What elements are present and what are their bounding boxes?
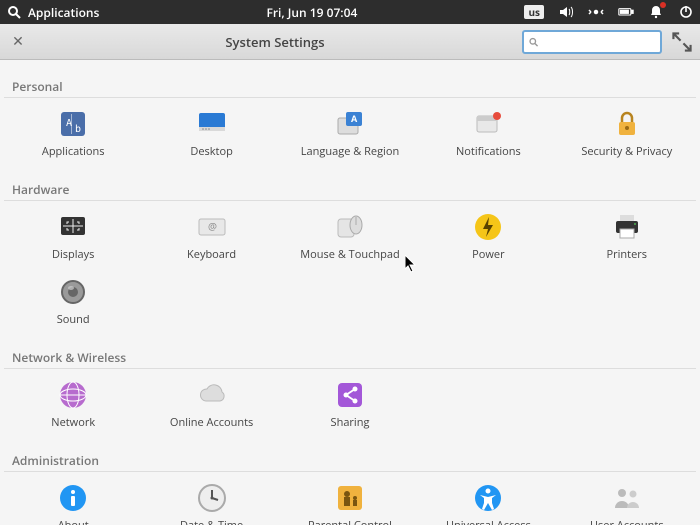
- item-label: Security & Privacy: [581, 144, 672, 159]
- volume-icon[interactable]: [558, 4, 574, 20]
- language-icon: A: [334, 108, 366, 140]
- item-label: Sound: [57, 312, 90, 327]
- item-label: Online Accounts: [170, 415, 253, 430]
- clock[interactable]: Fri, Jun 19 07:04: [99, 4, 524, 21]
- search-input[interactable]: [539, 35, 656, 49]
- section-admin: About Date & Time Parental Control Unive…: [4, 478, 696, 525]
- mouse-icon: [334, 211, 366, 243]
- keyboard-icon: @: [196, 211, 228, 243]
- item-mouse-touchpad[interactable]: Mouse & Touchpad: [281, 207, 419, 266]
- item-label: Desktop: [190, 144, 232, 159]
- network-icon: [57, 379, 89, 411]
- item-language-region[interactable]: A Language & Region: [281, 104, 419, 163]
- search-icon: [528, 36, 539, 48]
- section-personal-title: Personal: [4, 72, 696, 98]
- item-universal-access[interactable]: Universal Access: [419, 478, 557, 525]
- notifications-icon: [472, 108, 504, 140]
- section-personal: Ab Applications Desktop A Language & Reg…: [4, 104, 696, 163]
- item-label: Displays: [52, 247, 94, 262]
- power-icon: [472, 211, 504, 243]
- item-label: About: [58, 518, 89, 525]
- power-icon[interactable]: [678, 4, 694, 20]
- item-sound[interactable]: Sound: [4, 272, 142, 331]
- section-network-title: Network & Wireless: [4, 343, 696, 369]
- item-parental-control[interactable]: Parental Control: [281, 478, 419, 525]
- item-displays[interactable]: Displays: [4, 207, 142, 266]
- item-date-time[interactable]: Date & Time: [142, 478, 280, 525]
- svg-text:@: @: [208, 219, 217, 233]
- info-icon: [57, 482, 89, 514]
- accessibility-icon: [472, 482, 504, 514]
- users-icon: [611, 482, 643, 514]
- item-label: Printers: [607, 247, 647, 262]
- window-title: System Settings: [38, 33, 512, 51]
- svg-text:A: A: [351, 112, 358, 125]
- search-field[interactable]: [522, 30, 662, 54]
- item-applications[interactable]: Ab Applications: [4, 104, 142, 163]
- section-network: Network Online Accounts Sharing: [4, 375, 696, 434]
- item-label: Mouse & Touchpad: [300, 247, 399, 262]
- item-notifications[interactable]: Notifications: [419, 104, 557, 163]
- displays-icon: [57, 211, 89, 243]
- section-hardware-title: Hardware: [4, 175, 696, 201]
- desktop-icon: [196, 108, 228, 140]
- item-label: Sharing: [331, 415, 370, 430]
- sound-icon: [57, 276, 89, 308]
- search-icon[interactable]: [6, 4, 22, 20]
- clock-icon: [196, 482, 228, 514]
- applications-menu[interactable]: Applications: [28, 4, 99, 21]
- item-sharing[interactable]: Sharing: [281, 375, 419, 434]
- item-label: Notifications: [456, 144, 521, 159]
- printer-icon: [611, 211, 643, 243]
- item-user-accounts[interactable]: User Accounts: [558, 478, 696, 525]
- network-icon[interactable]: [588, 4, 604, 20]
- item-power[interactable]: Power: [419, 207, 557, 266]
- item-network[interactable]: Network: [4, 375, 142, 434]
- window-header: ✕ System Settings: [0, 24, 700, 60]
- maximize-button[interactable]: [672, 32, 692, 52]
- item-keyboard[interactable]: @ Keyboard: [142, 207, 280, 266]
- item-online-accounts[interactable]: Online Accounts: [142, 375, 280, 434]
- keyboard-layout-indicator[interactable]: us: [524, 5, 544, 19]
- item-about[interactable]: About: [4, 478, 142, 525]
- item-label: Universal Access: [446, 518, 531, 525]
- item-label: Applications: [42, 144, 105, 159]
- applications-icon: Ab: [57, 108, 89, 140]
- item-label: Network: [51, 415, 95, 430]
- item-label: Language & Region: [301, 144, 399, 159]
- settings-content: Personal Ab Applications Desktop A Langu…: [0, 60, 700, 525]
- section-hardware: Displays @ Keyboard Mouse & Touchpad Pow…: [4, 207, 696, 331]
- item-label: Date & Time: [180, 518, 243, 525]
- close-button[interactable]: ✕: [8, 32, 28, 52]
- battery-icon[interactable]: [618, 4, 634, 20]
- item-label: Power: [472, 247, 504, 262]
- item-desktop[interactable]: Desktop: [142, 104, 280, 163]
- lock-icon: [611, 108, 643, 140]
- item-printers[interactable]: Printers: [558, 207, 696, 266]
- notification-bell-icon[interactable]: [648, 4, 664, 20]
- item-security-privacy[interactable]: Security & Privacy: [558, 104, 696, 163]
- item-label: User Accounts: [590, 518, 664, 525]
- svg-text:b: b: [75, 124, 81, 135]
- section-admin-title: Administration: [4, 446, 696, 472]
- cloud-icon: [196, 379, 228, 411]
- sharing-icon: [334, 379, 366, 411]
- item-label: Keyboard: [187, 247, 236, 262]
- item-label: Parental Control: [308, 518, 392, 525]
- parental-icon: [334, 482, 366, 514]
- top-panel: Applications Fri, Jun 19 07:04 us: [0, 0, 700, 24]
